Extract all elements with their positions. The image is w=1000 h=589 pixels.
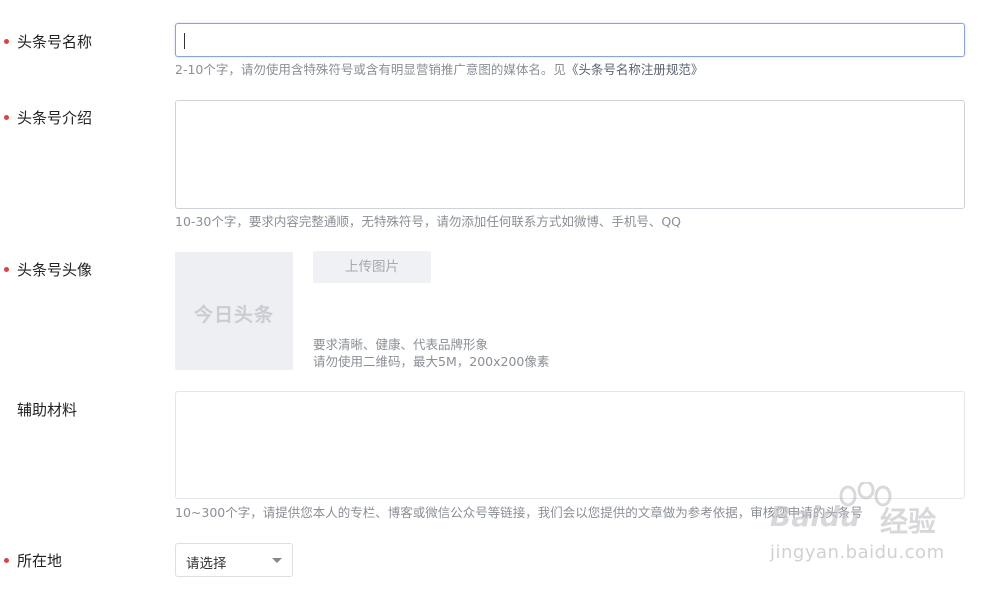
required-dot (4, 267, 9, 272)
required-dot (4, 115, 9, 120)
name-hint: 2-10个字，请勿使用含特殊符号或含有明显营销推广意图的媒体名。见《头条号名称注… (175, 62, 703, 78)
location-select-value: 请选择 (186, 556, 227, 572)
avatar-hint-line1: 要求清晰、健康、代表品牌形象 (313, 337, 489, 352)
intro-hint: 10-30个字，要求内容完整通顺，无特殊符号，请勿添加任何联系方式如微博、手机号… (175, 214, 682, 229)
name-rules-link[interactable]: 《头条号名称注册规范》 (566, 62, 704, 77)
caret-down-icon (272, 558, 282, 563)
avatar-hint-line2: 请勿使用二维码，最大5M，200x200像素 (313, 354, 550, 369)
materials-textarea[interactable] (175, 391, 965, 499)
watermark-suffix: 经验 (880, 505, 937, 538)
intro-label: 头条号介绍 (17, 109, 93, 127)
avatar-label: 头条号头像 (17, 261, 93, 279)
upload-image-button[interactable]: 上传图片 (313, 251, 431, 283)
avatar-preview: 今日头条 (175, 252, 293, 370)
location-select[interactable]: 请选择 (175, 543, 293, 577)
required-dot (4, 558, 9, 563)
name-label: 头条号名称 (17, 33, 93, 51)
toutiao-logo: 今日头条 (193, 304, 274, 326)
watermark-url: jingyan.baidu.com (770, 542, 945, 563)
name-hint-text: 2-10个字，请勿使用含特殊符号或含有明显营销推广意图的媒体名。见 (175, 62, 566, 77)
name-input[interactable] (175, 23, 965, 57)
required-dot (4, 39, 9, 44)
materials-hint: 10~300个字，请提供您本人的专栏、博客或微信公众号等链接，我们会以您提供的文… (175, 505, 863, 520)
location-label: 所在地 (17, 552, 63, 570)
intro-textarea[interactable] (175, 100, 965, 209)
text-caret (184, 33, 185, 49)
materials-label: 辅助材料 (17, 401, 78, 419)
